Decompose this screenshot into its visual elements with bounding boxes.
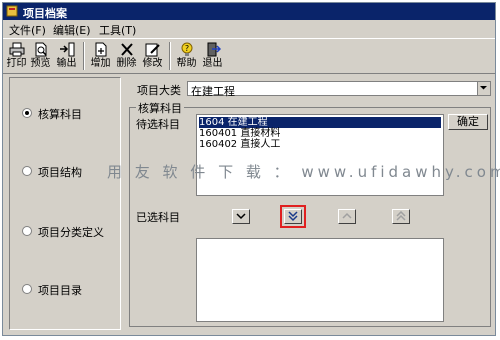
modify-label: 修改 <box>142 58 163 69</box>
option-label: 核算科目 <box>38 108 82 121</box>
chevron-down-icon <box>236 213 246 220</box>
preview-label: 预览 <box>30 58 51 69</box>
preview-button[interactable]: 预览 <box>29 41 52 70</box>
preview-icon <box>35 42 47 57</box>
menu-edit[interactable]: 编辑(E) <box>53 22 91 38</box>
pending-subjects-label: 待选科目 <box>136 118 180 131</box>
move-down-button[interactable] <box>232 209 250 224</box>
radio-accounting-subject[interactable] <box>22 108 32 118</box>
option-label: 项目目录 <box>38 284 82 297</box>
project-category-label: 项目大类 <box>137 84 181 97</box>
move-up-button[interactable] <box>338 209 356 224</box>
subject-name: 在建工程 <box>227 117 268 128</box>
menu-file[interactable]: 文件(F) <box>9 22 46 38</box>
list-item[interactable]: 1604 在建工程 <box>199 117 441 128</box>
subject-code: 160402 <box>199 139 238 150</box>
chevron-up-icon <box>342 212 352 219</box>
selected-subjects-list[interactable] <box>196 238 444 322</box>
radio-project-category-definition[interactable] <box>22 226 32 236</box>
exit-label: 退出 <box>202 58 223 69</box>
groupbox-title: 核算科目 <box>136 100 184 116</box>
delete-button[interactable]: 删除 <box>115 41 138 70</box>
option-label: 项目结构 <box>38 166 82 179</box>
radio-project-catalog[interactable] <box>22 284 32 294</box>
toolbar: 打印 预览 输出 增加 删除 修改 ? 帮助 退出 <box>3 38 495 74</box>
title-bar: 项目档案 <box>3 3 495 20</box>
left-options-panel: 核算科目 项目结构 项目分类定义 项目目录 <box>9 77 121 330</box>
export-button[interactable]: 输出 <box>55 41 78 70</box>
subject-groupbox: 核算科目 待选科目 1604 在建工程 160401 直接材料 160402 直… <box>129 100 491 327</box>
menu-tools[interactable]: 工具(T) <box>99 22 136 38</box>
toolbar-separator <box>169 42 171 70</box>
list-item[interactable]: 160401 直接材料 <box>199 128 280 139</box>
selected-subjects-label: 已选科目 <box>136 211 180 224</box>
add-button[interactable]: 增加 <box>89 41 112 70</box>
print-button[interactable]: 打印 <box>5 41 28 70</box>
delete-icon <box>120 43 133 56</box>
exit-door-icon <box>207 42 221 57</box>
exit-button[interactable]: 退出 <box>201 41 224 70</box>
window-title: 项目档案 <box>23 7 67 20</box>
help-label: 帮助 <box>176 58 197 69</box>
add-document-icon <box>95 42 106 57</box>
project-archive-window: 项目档案 文件(F) 编辑(E) 工具(T) 打印 预览 输出 增加 删除 修改… <box>2 2 500 336</box>
export-icon <box>59 42 74 57</box>
subject-code: 160401 <box>199 128 238 139</box>
modify-button[interactable]: 修改 <box>141 41 164 70</box>
double-chevron-up-icon <box>396 211 406 221</box>
svg-text:?: ? <box>184 44 188 53</box>
option-label: 项目分类定义 <box>38 226 104 239</box>
add-label: 增加 <box>90 58 111 69</box>
watermark: 用 友 软 件 下 载 ： www.ufidawhy.com <box>107 163 500 181</box>
printer-icon <box>9 42 24 57</box>
subject-code: 1604 <box>199 117 225 128</box>
highlight-annotation-box <box>280 205 306 228</box>
edit-icon <box>145 43 160 57</box>
confirm-button[interactable]: 确定 <box>448 114 488 130</box>
subject-name: 直接材料 <box>240 128 281 139</box>
radio-project-structure[interactable] <box>22 166 32 176</box>
project-category-value: 在建工程 <box>191 85 235 98</box>
help-button[interactable]: ? 帮助 <box>175 41 198 70</box>
subject-name: 直接人工 <box>240 139 281 150</box>
list-item[interactable]: 160402 直接人工 <box>199 139 280 150</box>
export-label: 输出 <box>56 58 77 69</box>
accounting-subject-panel: 项目大类 在建工程 核算科目 待选科目 1604 在建工程 160401 直接材… <box>127 77 493 330</box>
pending-subjects-list[interactable]: 1604 在建工程 160401 直接材料 160402 直接人工 <box>196 114 444 196</box>
help-icon: ? <box>181 42 192 56</box>
print-label: 打印 <box>6 58 27 69</box>
delete-label: 删除 <box>116 58 137 69</box>
dropdown-arrow-icon[interactable] <box>477 82 490 95</box>
menu-bar: 文件(F) 编辑(E) 工具(T) <box>3 20 495 37</box>
toolbar-separator <box>83 42 85 70</box>
project-category-select[interactable]: 在建工程 <box>187 81 491 98</box>
chevron-down-icon <box>480 86 487 90</box>
app-icon <box>6 5 18 17</box>
move-all-up-button[interactable] <box>392 209 410 224</box>
